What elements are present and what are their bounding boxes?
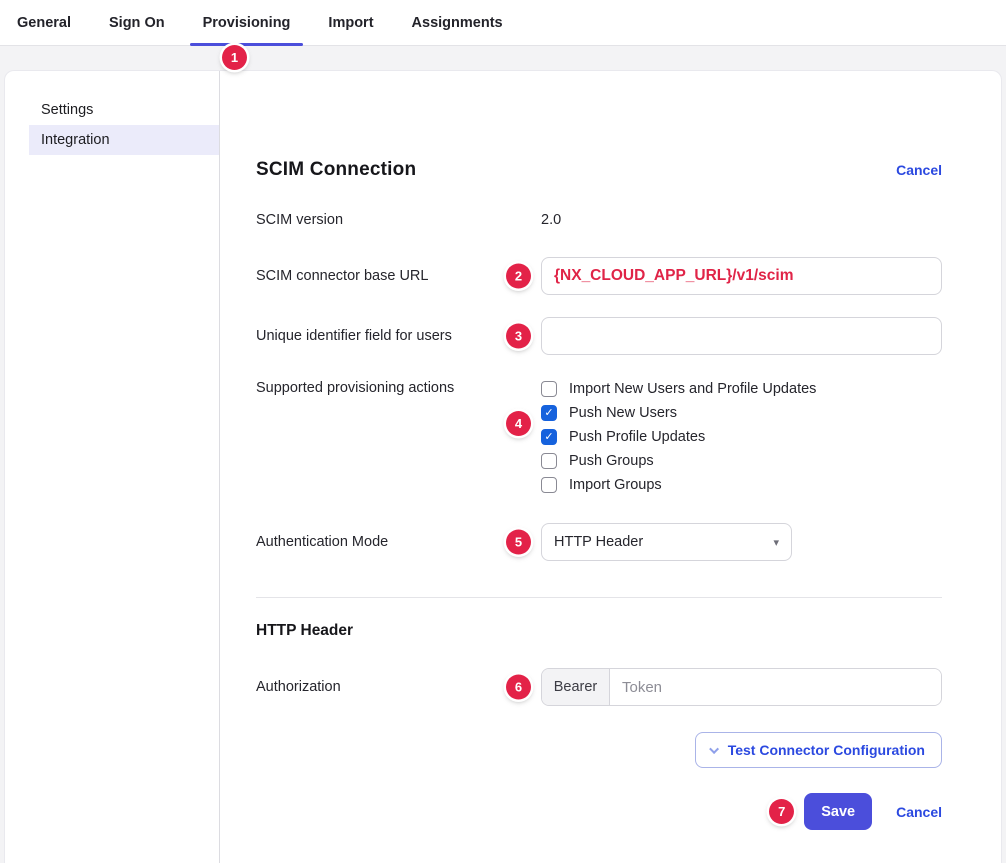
save-button[interactable]: Save: [804, 793, 872, 830]
chevron-down-icon: ▾: [773, 536, 779, 549]
tab-sign-on[interactable]: Sign On: [96, 0, 178, 45]
settings-sidebar: Settings Integration: [5, 71, 220, 863]
tab-provisioning[interactable]: Provisioning: [190, 0, 304, 45]
step-badge-4: 4: [506, 411, 531, 436]
scim-version-row: SCIM version 2.0: [256, 211, 942, 229]
token-input[interactable]: [610, 669, 941, 705]
test-connector-button-label: Test Connector Configuration: [728, 742, 925, 758]
app-tab-bar: General Sign On Provisioning Import Assi…: [0, 0, 1006, 46]
cancel-link-bottom[interactable]: Cancel: [896, 804, 942, 820]
http-header-section-title: HTTP Header: [256, 622, 942, 640]
tab-import[interactable]: Import: [315, 0, 386, 45]
step-badge-1: 1: [222, 45, 247, 70]
checkbox-icon: [541, 453, 557, 469]
test-connector-button[interactable]: Test Connector Configuration: [695, 732, 942, 768]
authorization-label: Authorization: [256, 679, 541, 695]
auth-mode-select[interactable]: HTTP Header ▾: [541, 523, 792, 561]
step-badge-2: 2: [506, 264, 531, 289]
base-url-label: SCIM connector base URL: [256, 268, 541, 284]
sidebar-item-integration[interactable]: Integration: [29, 125, 219, 155]
checkbox-label: Import Groups: [569, 477, 662, 493]
provisioning-actions-label: Supported provisioning actions: [256, 377, 541, 396]
checkbox-option-import-groups[interactable]: Import Groups: [541, 473, 942, 497]
auth-mode-row: Authentication Mode 5 HTTP Header ▾: [256, 523, 942, 561]
auth-mode-label: Authentication Mode: [256, 534, 541, 550]
checkbox-icon: [541, 381, 557, 397]
checkbox-label: Import New Users and Profile Updates: [569, 381, 816, 397]
scim-connection-form: SCIM Connection Cancel SCIM version 2.0 …: [220, 71, 1001, 863]
checkbox-option-push-profile-updates[interactable]: Push Profile Updates: [541, 425, 942, 449]
scim-version-value: 2.0: [541, 212, 561, 228]
authorization-compound-input: Bearer: [541, 668, 942, 706]
checkbox-icon: [541, 429, 557, 445]
base-url-row: SCIM connector base URL 2: [256, 257, 942, 295]
tab-general[interactable]: General: [4, 0, 84, 45]
auth-mode-selected-value: HTTP Header: [554, 534, 643, 550]
checkbox-label: Push New Users: [569, 405, 677, 421]
step-badge-7: 7: [769, 799, 794, 824]
scim-version-label: SCIM version: [256, 212, 541, 228]
step-badge-5: 5: [506, 530, 531, 555]
provisioning-actions-row: Supported provisioning actions 4 Import …: [256, 377, 942, 497]
page-title: SCIM Connection: [256, 159, 416, 181]
unique-id-input[interactable]: [541, 317, 942, 355]
provisioning-card: Settings Integration SCIM Connection Can…: [4, 70, 1002, 863]
step-badge-6: 6: [506, 675, 531, 700]
checkbox-label: Push Groups: [569, 453, 654, 469]
checkbox-label: Push Profile Updates: [569, 429, 705, 445]
checkbox-option-push-new-users[interactable]: Push New Users: [541, 401, 942, 425]
unique-id-row: Unique identifier field for users 3: [256, 317, 942, 355]
checkbox-option-push-groups[interactable]: Push Groups: [541, 449, 942, 473]
cancel-link-top[interactable]: Cancel: [896, 162, 942, 178]
authorization-row: Authorization 6 Bearer: [256, 668, 942, 706]
base-url-input[interactable]: [541, 257, 942, 295]
checkbox-option-import-new-users[interactable]: Import New Users and Profile Updates: [541, 377, 942, 401]
unique-id-label: Unique identifier field for users: [256, 328, 541, 344]
checkbox-icon: [541, 405, 557, 421]
checkbox-icon: [541, 477, 557, 493]
chevron-down-icon: [709, 744, 719, 754]
sidebar-item-settings[interactable]: Settings: [29, 95, 219, 125]
section-divider: [256, 597, 942, 598]
tab-assignments[interactable]: Assignments: [399, 0, 516, 45]
step-badge-3: 3: [506, 324, 531, 349]
bearer-prefix: Bearer: [542, 669, 610, 705]
